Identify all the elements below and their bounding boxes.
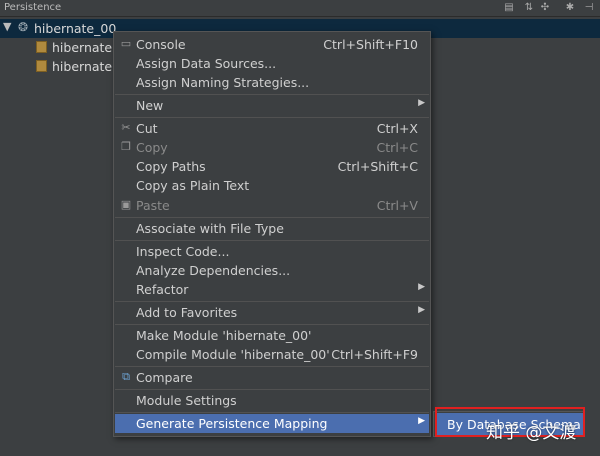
menu-separator <box>115 412 429 413</box>
panel-title: Persistence <box>4 2 62 13</box>
tree-child-row[interactable]: hibernate.c <box>34 38 124 57</box>
menu-item-refactor[interactable]: Refactor ▶ <box>115 280 429 299</box>
menu-item-label: Assign Naming Strategies... <box>136 75 310 90</box>
settings-icon[interactable]: ✱ <box>563 1 577 15</box>
menu-item-analyze-dependencies[interactable]: Analyze Dependencies... <box>115 261 429 280</box>
menu-item-label: Add to Favorites <box>136 305 238 320</box>
menu-item-label: Console <box>136 37 186 52</box>
menu-item-copy-paths[interactable]: Copy Paths Ctrl+Shift+C <box>115 157 429 176</box>
copy-icon: ❐ <box>121 140 131 153</box>
menu-item-shortcut: Ctrl+C <box>376 140 418 155</box>
collapse-icon[interactable]: ⇅ <box>522 1 536 15</box>
menu-item-new[interactable]: New ▶ <box>115 96 429 115</box>
console-icon: ▭ <box>120 37 132 50</box>
config-file-icon <box>36 60 47 72</box>
menu-item-module-settings[interactable]: Module Settings <box>115 391 429 410</box>
watermark: 知乎 @文渡 <box>486 423 577 443</box>
menu-item-shortcut: Ctrl+V <box>376 198 418 213</box>
menu-separator <box>115 217 429 218</box>
menu-item-label: Copy <box>136 140 168 155</box>
context-menu: ▭ Console Ctrl+Shift+F10 Assign Data Sou… <box>113 31 431 437</box>
menu-item-label: Copy as Plain Text <box>136 178 250 193</box>
menu-item-copy[interactable]: ❐ Copy Ctrl+C <box>115 138 429 157</box>
menu-item-inspect-code[interactable]: Inspect Code... <box>115 242 429 261</box>
paste-icon: ▣ <box>120 198 132 211</box>
menu-item-label: Compare <box>136 370 193 385</box>
scissors-icon: ✂ <box>121 121 131 134</box>
submenu-arrow-icon: ▶ <box>418 305 425 315</box>
menu-item-label: Associate with File Type <box>136 221 284 236</box>
menu-item-console[interactable]: ▭ Console Ctrl+Shift+F10 <box>115 35 429 54</box>
menu-item-shortcut: Ctrl+Shift+C <box>337 159 418 174</box>
menu-item-compile-module[interactable]: Compile Module 'hibernate_00' Ctrl+Shift… <box>115 345 429 364</box>
submenu-arrow-icon: ▶ <box>418 416 425 426</box>
menu-separator <box>115 117 429 118</box>
compare-icon: ⧉ <box>122 370 130 383</box>
menu-item-label: Compile Module 'hibernate_00' <box>136 347 330 362</box>
menu-item-assign-data-sources[interactable]: Assign Data Sources... <box>115 54 429 73</box>
menu-separator <box>115 389 429 390</box>
menu-item-label: Assign Data Sources... <box>136 56 277 71</box>
scroll-icon[interactable]: ✣ <box>538 1 552 15</box>
menu-item-shortcut: Ctrl+Shift+F10 <box>323 37 418 52</box>
menu-item-paste[interactable]: ▣ Paste Ctrl+V <box>115 196 429 215</box>
menu-item-label: Refactor <box>136 282 189 297</box>
menu-item-label: Generate Persistence Mapping <box>136 416 328 431</box>
menu-separator <box>115 94 429 95</box>
menu-item-label: Paste <box>136 198 170 213</box>
menu-item-shortcut: Ctrl+X <box>376 121 418 136</box>
submenu-arrow-icon: ▶ <box>418 282 425 292</box>
menu-item-compare[interactable]: ⧉ Compare <box>115 368 429 387</box>
menu-item-label: Inspect Code... <box>136 244 230 259</box>
tree-root-label: hibernate_00 <box>34 21 117 36</box>
panel-header: Persistence ▤ ⇅ ✣ ✱ ⊣ <box>0 0 600 17</box>
menu-item-label: Make Module 'hibernate_00' <box>136 328 312 343</box>
menu-item-shortcut: Ctrl+Shift+F9 <box>331 347 418 362</box>
menu-item-add-to-favorites[interactable]: Add to Favorites ▶ <box>115 303 429 322</box>
submenu-arrow-icon: ▶ <box>418 98 425 108</box>
menu-separator <box>115 240 429 241</box>
menu-separator <box>115 366 429 367</box>
menu-item-label: Module Settings <box>136 393 237 408</box>
expand-arrow-icon[interactable]: ▼ <box>3 20 11 33</box>
menu-item-assign-naming-strategies[interactable]: Assign Naming Strategies... <box>115 73 429 92</box>
menu-item-copy-plain-text[interactable]: Copy as Plain Text <box>115 176 429 195</box>
layout-icon[interactable]: ▤ <box>502 1 516 15</box>
menu-item-generate-persistence-mapping[interactable]: Generate Persistence Mapping ▶ <box>115 414 429 433</box>
menu-item-cut[interactable]: ✂ Cut Ctrl+X <box>115 119 429 138</box>
menu-item-label: Cut <box>136 121 158 136</box>
menu-item-associate-file-type[interactable]: Associate with File Type <box>115 219 429 238</box>
module-icon: ❂ <box>18 20 29 34</box>
menu-item-label: Copy Paths <box>136 159 206 174</box>
config-file-icon <box>36 41 47 53</box>
hide-icon[interactable]: ⊣ <box>582 1 596 15</box>
menu-separator <box>115 324 429 325</box>
menu-item-make-module[interactable]: Make Module 'hibernate_00' <box>115 326 429 345</box>
menu-item-label: Analyze Dependencies... <box>136 263 291 278</box>
menu-separator <box>115 301 429 302</box>
menu-item-label: New <box>136 98 164 113</box>
tree-child-row[interactable]: hibernate.c <box>34 57 124 76</box>
